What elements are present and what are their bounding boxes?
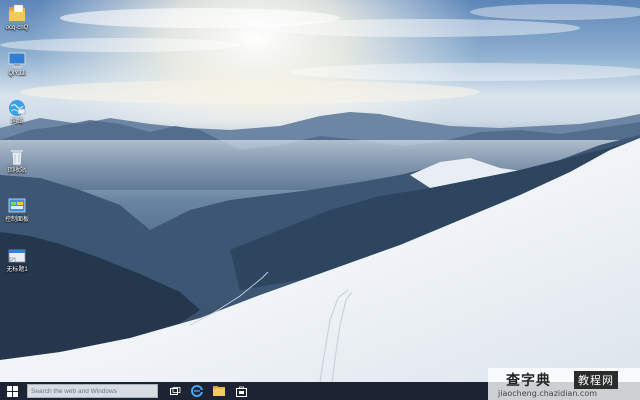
task-view-button[interactable] (164, 382, 186, 400)
watermark-brand: 查字典 (506, 373, 551, 389)
store-icon (235, 386, 247, 397)
edge-icon (191, 385, 203, 397)
folder-icon (9, 4, 25, 21)
start-button[interactable] (0, 382, 24, 400)
desktop-icon-recycle-bin[interactable]: 回收站 (0, 147, 34, 175)
task-view-icon (169, 386, 180, 395)
control-panel-icon (8, 198, 26, 213)
file-explorer-button[interactable] (208, 382, 230, 400)
taskbar-search-box[interactable] (27, 384, 158, 398)
windows-logo-icon (6, 385, 18, 397)
shortcut-icon (8, 249, 26, 263)
desktop-icon-this-pc[interactable]: QlYJJi (0, 50, 34, 78)
wallpaper-snowy-mountains (0, 0, 640, 382)
this-pc-icon (8, 52, 26, 68)
recycle-bin-icon (11, 150, 23, 166)
desktop-icon-label: QlYJJi (8, 71, 26, 77)
network-icon (9, 100, 26, 116)
desktop-icon-label: 回收站 (7, 168, 26, 174)
desktop-icon-label: 无标题1 (6, 267, 28, 273)
file-explorer-icon (213, 386, 225, 396)
desktop-icon-folder[interactable]: ocq·cnQ (0, 4, 34, 32)
search-input[interactable] (28, 387, 156, 395)
desktop-icon-label: 控制面板 (4, 217, 29, 223)
desktop-icon-control-panel[interactable]: 控制面板 (0, 196, 34, 224)
watermark-section: 教程网 (574, 371, 618, 389)
desktop-icon-network[interactable]: 网络 (0, 98, 34, 126)
desktop-icon-label: 网络 (10, 119, 23, 125)
desktop-icon-label: ocq·cnQ (5, 25, 29, 31)
edge-button[interactable] (186, 382, 208, 400)
desktop: ocq·cnQ QlYJJi 网络 回收站 控制面板 无标题1 Search t… (0, 0, 640, 400)
watermark: 查字典 教程网 jiaocheng.chazidian.com (488, 368, 640, 400)
watermark-url: jiaocheng.chazidian.com (498, 389, 598, 398)
store-button[interactable] (230, 382, 252, 400)
desktop-icon-shortcut[interactable]: 无标题1 (0, 246, 34, 274)
